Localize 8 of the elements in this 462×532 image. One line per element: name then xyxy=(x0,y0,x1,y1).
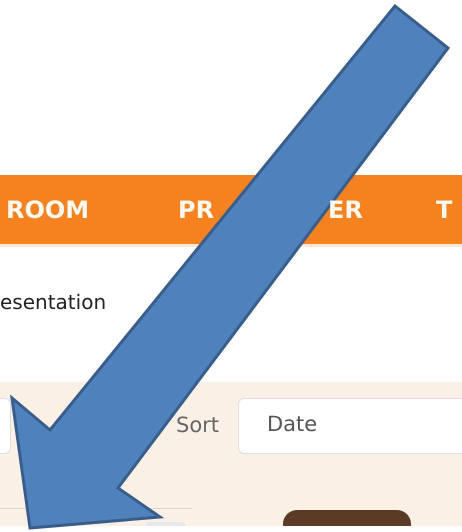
nav-link[interactable]: PR xyxy=(178,192,214,228)
breadcrumb-text: esentation xyxy=(0,290,106,314)
sort-select[interactable]: Date xyxy=(238,398,462,454)
nav-link[interactable]: ER xyxy=(328,192,363,228)
sort-label: Sort xyxy=(176,412,220,439)
nav-link[interactable]: ROOM xyxy=(6,192,90,228)
search-field[interactable] xyxy=(0,398,11,454)
nav-link[interactable]: T xyxy=(436,192,452,228)
